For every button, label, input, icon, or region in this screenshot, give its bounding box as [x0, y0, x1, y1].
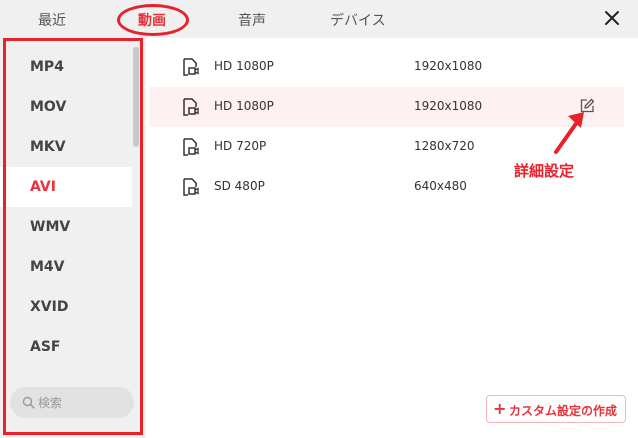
annotation-arrow-icon — [544, 106, 592, 162]
tab-video[interactable]: 動画 — [138, 10, 166, 30]
preset-resolution: 1280x720 — [414, 139, 475, 153]
video-file-icon — [180, 57, 200, 81]
close-icon[interactable] — [602, 8, 622, 28]
format-tab-bar: 最近 動画 音声 デバイス — [0, 0, 638, 38]
preset-name: HD 1080P — [214, 99, 274, 113]
preset-resolution: 640x480 — [414, 179, 467, 193]
video-file-icon — [180, 177, 200, 201]
format-search[interactable] — [10, 387, 134, 418]
preset-name: SD 480P — [214, 179, 265, 193]
tab-device[interactable]: デバイス — [330, 10, 386, 30]
video-file-icon — [180, 97, 200, 121]
sidebar-item-xvid[interactable]: XVID — [0, 287, 132, 327]
plus-icon: + — [493, 399, 507, 418]
tab-recent[interactable]: 最近 — [38, 10, 66, 30]
preset-name: HD 720P — [214, 139, 267, 153]
annotation-label: 詳細設定 — [514, 162, 575, 180]
format-sidebar: MP4 MOV MKV AVI WMV M4V XVID ASF — [0, 38, 146, 438]
sidebar-item-wmv[interactable]: WMV — [0, 207, 132, 247]
tab-audio[interactable]: 音声 — [238, 10, 266, 30]
sidebar-item-mp4[interactable]: MP4 — [0, 47, 132, 87]
search-input[interactable] — [38, 387, 128, 418]
create-custom-setting-button[interactable]: + カスタム設定の作成 — [486, 395, 626, 423]
sidebar-item-asf[interactable]: ASF — [0, 327, 132, 367]
sidebar-item-mov[interactable]: MOV — [0, 87, 132, 127]
preset-resolution: 1920x1080 — [414, 59, 483, 73]
sidebar-item-mkv[interactable]: MKV — [0, 127, 132, 167]
video-file-icon — [180, 137, 200, 161]
create-custom-setting-label: カスタム設定の作成 — [509, 404, 618, 418]
preset-resolution: 1920x1080 — [414, 99, 483, 113]
sidebar-item-m4v[interactable]: M4V — [0, 247, 132, 287]
sidebar-scrollbar[interactable] — [133, 47, 139, 147]
sidebar-item-avi[interactable]: AVI — [0, 167, 132, 207]
preset-row[interactable]: HD 1080P 1920x1080 — [149, 47, 624, 87]
preset-list: HD 1080P 1920x1080 HD 1080P 1920x1080 HD… — [146, 38, 638, 438]
preset-name: HD 1080P — [214, 59, 274, 73]
